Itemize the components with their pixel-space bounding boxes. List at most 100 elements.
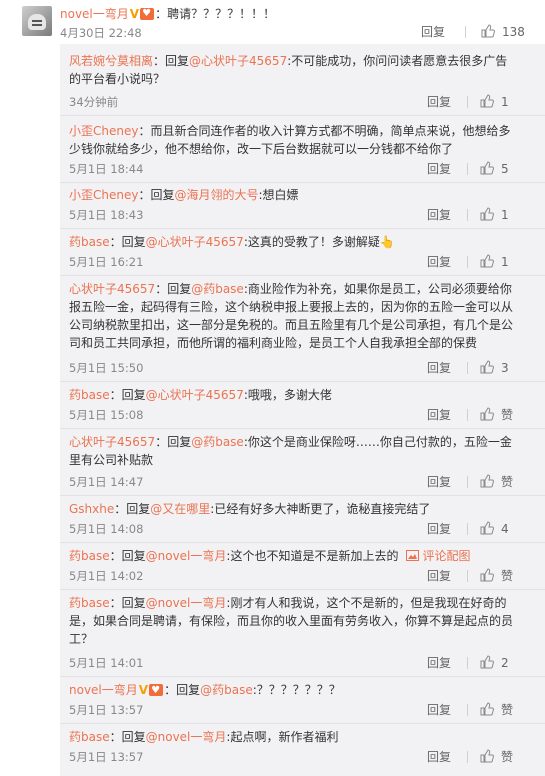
reply-item: 风若婉兮莫相离：回复@心状叶子45657:不可能成功，你问问读者愿意去很多广告的… (60, 52, 545, 122)
mention-link[interactable]: @药base (191, 435, 244, 449)
reply-content: :这个也不知道是不是新加上去的 (226, 549, 399, 563)
reply-prefix: ：回复 (109, 549, 146, 563)
reply-actions: 回复 2 (427, 655, 545, 671)
thumbs-up-icon[interactable] (480, 568, 494, 582)
like-count: 4 (501, 522, 509, 536)
mention-link[interactable]: @心状叶子45657 (146, 235, 244, 249)
reply-prefix: ：回复 (138, 188, 175, 202)
thumbs-up-icon[interactable] (480, 161, 494, 175)
reply-button[interactable]: 回复 (427, 474, 451, 490)
like-count: 3 (501, 361, 509, 375)
mention-link[interactable]: @心状叶子45657 (189, 54, 287, 68)
reply-time: 5月1日 18:44 (69, 162, 144, 176)
action-divider (465, 26, 466, 38)
thumbs-up-icon[interactable] (480, 702, 494, 716)
reply-button[interactable]: 回复 (427, 360, 451, 376)
thumbs-up-icon[interactable] (480, 474, 494, 488)
reply-button[interactable]: 回复 (427, 568, 451, 584)
reply-prefix: ：回复 (114, 502, 151, 516)
reply-username[interactable]: novel一弯月 (69, 683, 138, 697)
like-count: 赞 (501, 703, 514, 717)
mention-link[interactable]: @心状叶子45657 (146, 388, 244, 402)
reply-time: 5月1日 18:43 (69, 208, 144, 222)
reply-content: :起点啊，新作者福利 (226, 730, 339, 744)
reply-divider (60, 228, 545, 229)
mention-link[interactable]: @海月翎的大号 (174, 188, 258, 202)
reply-actions: 回复 1 (427, 94, 545, 110)
comment-image-link-label: 评论配图 (422, 549, 471, 563)
mention-link[interactable]: @又在哪里 (150, 502, 210, 516)
reply-username[interactable]: 药base (69, 596, 110, 610)
reply-button[interactable]: 回复 (427, 94, 451, 110)
mention-link[interactable]: @药base (191, 282, 244, 296)
like-count: 5 (501, 162, 509, 176)
action-divider (467, 751, 468, 763)
reply-prefix: ：回复 (109, 730, 146, 744)
mention-link[interactable]: @药base (200, 683, 253, 697)
reply-username[interactable]: 药base (69, 730, 110, 744)
reply-text-block: 心状叶子45657：回复@药base:商业险作为补充，如果你是员工，公司必须要给… (69, 280, 515, 352)
reply-time: 5月1日 15:08 (69, 408, 144, 422)
reply-item: 药base：回复@心状叶子45657:哦哦，多谢大佬 5月1日 15:08 回复 赞 (60, 386, 545, 433)
like-count: 1 (501, 208, 509, 222)
reply-actions: 回复 1 (427, 254, 545, 270)
reply-item: 药base：回复@novel一弯月:刚才有人和我说，这个不是新的，但是我现在好奇… (60, 594, 545, 682)
reply-username[interactable]: 小歪Cheney (69, 188, 138, 202)
reply-button[interactable]: 回复 (427, 655, 451, 671)
main-comment-actions: 回复 138 (405, 24, 545, 40)
reply-actions: 回复 赞 (427, 474, 545, 490)
reply-divider (60, 428, 545, 429)
reply-item: Gshxhe：回复@又在哪里:已经有好多大神断更了，诡秘直接完结了 5月1日 14… (60, 500, 545, 547)
thumbs-up-icon[interactable] (480, 254, 494, 268)
reply-button[interactable]: 回复 (427, 254, 451, 270)
mention-link[interactable]: @novel一弯月 (146, 730, 227, 744)
comment-image-link[interactable]: 评论配图 (406, 549, 470, 563)
replies-panel: 风若婉兮莫相离：回复@心状叶子45657:不可能成功，你问问读者愿意去很多广告的… (60, 44, 545, 776)
action-divider (467, 256, 468, 268)
reply-text-block: 药base：回复@novel一弯月:起点啊，新作者福利 (69, 728, 515, 746)
reply-username[interactable]: 心状叶子45657 (69, 282, 155, 296)
action-divider (467, 209, 468, 221)
cat-avatar[interactable] (22, 6, 52, 36)
thumbs-up-icon[interactable] (480, 207, 494, 221)
mention-link[interactable]: @novel一弯月 (146, 596, 227, 610)
action-divider (467, 476, 468, 488)
reply-username[interactable]: 风若婉兮莫相离 (69, 54, 153, 68)
reply-item: 心状叶子45657：回复@药base:你这个是商业保险呀……你自己付款的，五险一… (60, 433, 545, 503)
reply-item: 小歪Cheney：回复@海月翎的大号:想白嫖 5月1日 18:43 回复 1 (60, 186, 545, 233)
reply-divider (60, 115, 545, 116)
like-count: 赞 (501, 475, 514, 489)
reply-button[interactable]: 回复 (427, 407, 451, 423)
reply-actions: 回复 5 (427, 161, 545, 177)
reply-username[interactable]: Gshxhe (69, 502, 114, 516)
reply-username[interactable]: 药base (69, 549, 110, 563)
reply-button[interactable]: 回复 (427, 749, 451, 765)
reply-text-block: 风若婉兮莫相离：回复@心状叶子45657:不可能成功，你问问读者愿意去很多广告的… (69, 52, 515, 88)
reply-actions: 回复 4 (427, 521, 545, 537)
reply-username[interactable]: 心状叶子45657 (69, 435, 155, 449)
thumbs-up-icon[interactable] (481, 24, 495, 38)
reply-username[interactable]: 小歪Cheney (69, 124, 138, 138)
thumbs-up-icon[interactable] (480, 94, 494, 108)
mention-link[interactable]: @novel一弯月 (146, 549, 227, 563)
thumbs-up-icon[interactable] (480, 521, 494, 535)
reply-username[interactable]: 药base (69, 235, 110, 249)
action-divider (467, 657, 468, 669)
reply-button[interactable]: 回复 (427, 521, 451, 537)
reply-button[interactable]: 回复 (421, 24, 445, 40)
reply-button[interactable]: 回复 (427, 702, 451, 718)
thumbs-up-icon[interactable] (480, 749, 494, 763)
like-count: 赞 (501, 408, 514, 422)
reply-button[interactable]: 回复 (427, 207, 451, 223)
reply-divider (60, 589, 545, 590)
verified-v-badge-icon: V (138, 683, 149, 697)
reply-text-block: 小歪Cheney：回复@海月翎的大号:想白嫖 (69, 186, 515, 204)
reply-button[interactable]: 回复 (427, 161, 451, 177)
reply-username[interactable]: 药base (69, 388, 110, 402)
reply-prefix: ：回复 (164, 683, 201, 697)
main-comment-username[interactable]: novel一弯月 (60, 7, 129, 21)
thumbs-up-icon[interactable] (480, 407, 494, 421)
thumbs-up-icon[interactable] (480, 360, 494, 374)
reply-actions: 回复 赞 (427, 749, 545, 765)
thumbs-up-icon[interactable] (480, 655, 494, 669)
